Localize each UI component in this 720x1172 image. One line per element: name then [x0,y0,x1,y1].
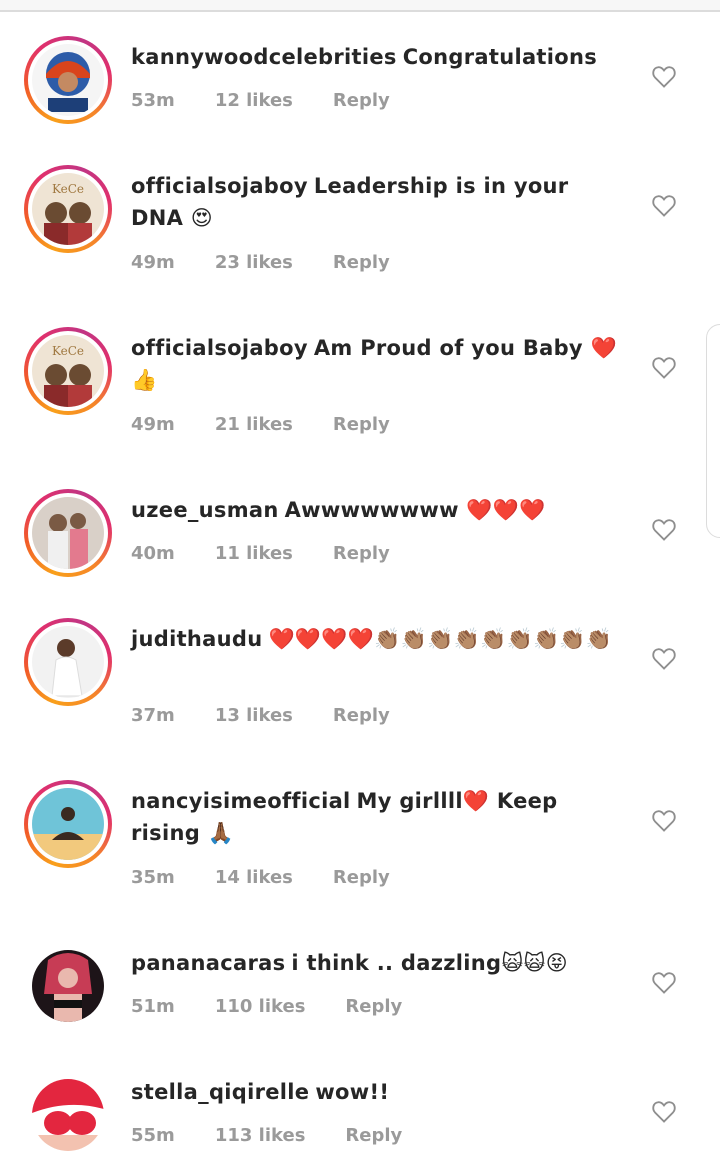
comment-body: Congratulations [402,45,598,69]
comment-username[interactable]: pananacaras [131,951,285,975]
heart-outline-icon[interactable] [650,515,678,543]
heart-outline-icon[interactable] [650,353,678,381]
comment-body: wow!! [315,1080,390,1104]
svg-text:KeCe: KeCe [52,344,84,358]
heart-outline-icon[interactable] [650,806,678,834]
scroll-handle[interactable] [706,324,720,538]
comment-likes[interactable]: 110 likes [215,996,306,1017]
reply-button[interactable]: Reply [345,1125,402,1146]
comment-username[interactable]: stella_qiqirelle [131,1080,309,1104]
comment-meta: 35m 14 likes Reply [131,867,390,888]
comment-text: nancyisimeofficial My girllll❤️ Keep risi… [131,785,621,849]
avatar[interactable]: KeCe [24,165,112,253]
comment-meta: 55m 113 likes Reply [131,1125,402,1146]
comment-time: 40m [131,543,175,564]
reply-button[interactable]: Reply [333,867,390,888]
comment-meta: 53m 12 likes Reply [131,90,390,111]
comment-likes[interactable]: 14 likes [215,867,293,888]
comment-likes[interactable]: 11 likes [215,543,293,564]
avatar-image [32,497,104,569]
avatar-image [32,950,104,1022]
comment-username[interactable]: officialsojaboy [131,336,308,360]
heart-outline-icon[interactable] [650,644,678,672]
comment-meta: 37m 13 likes Reply [131,705,390,726]
avatar-image [32,788,104,860]
comment-likes[interactable]: 13 likes [215,705,293,726]
avatar[interactable] [24,36,112,124]
comment-body: Awwwwwwww ❤️❤️❤️ [284,498,546,522]
comment-text: stella_qiqirelle wow!! [131,1076,621,1108]
avatar[interactable] [24,780,112,868]
heart-outline-icon[interactable] [650,191,678,219]
avatar[interactable]: KeCe [24,327,112,415]
comment-text: kannywoodcelebrities Congratulations [131,41,621,73]
svg-text:KeCe: KeCe [52,182,84,196]
comment-meta: 40m 11 likes Reply [131,543,390,564]
reply-button[interactable]: Reply [333,252,390,273]
comment-time: 35m [131,867,175,888]
avatar-image [32,1079,104,1151]
comment-meta: 49m 23 likes Reply [131,252,390,273]
avatar-image: KeCe [32,335,104,407]
avatar-image [32,626,104,698]
reply-button[interactable]: Reply [333,90,390,111]
avatar[interactable] [24,489,112,577]
comment-time: 37m [131,705,175,726]
comment-meta: 49m 21 likes Reply [131,414,390,435]
comment-likes[interactable]: 12 likes [215,90,293,111]
comment-text: officialsojaboy Am Proud of you Baby ❤️👍 [131,332,621,396]
comment-likes[interactable]: 23 likes [215,252,293,273]
comment-likes[interactable]: 113 likes [215,1125,306,1146]
comment-time: 49m [131,252,175,273]
reply-button[interactable]: Reply [345,996,402,1017]
comment-meta: 51m 110 likes Reply [131,996,402,1017]
comment-time: 49m [131,414,175,435]
heart-outline-icon[interactable] [650,1097,678,1125]
comment-text: pananacaras i think .. dazzling🙀🙀😝 [131,947,621,979]
comment-username[interactable]: officialsojaboy [131,174,308,198]
heart-outline-icon[interactable] [650,62,678,90]
comment-time: 51m [131,996,175,1017]
comment-username[interactable]: kannywoodcelebrities [131,45,397,69]
comment-text: officialsojaboy Leadership is in your DNA… [131,170,621,234]
comment-username[interactable]: nancyisimeofficial [131,789,351,813]
reply-button[interactable]: Reply [333,543,390,564]
comment-text: judithaudu ❤️❤️❤️❤️👏🏽👏🏽👏🏽👏🏽👏🏽👏🏽👏🏽👏🏽👏🏽 [131,623,621,655]
comment-time: 53m [131,90,175,111]
comment-text: uzee_usman Awwwwwwww ❤️❤️❤️ [131,494,621,526]
comment-username[interactable]: judithaudu [131,627,262,651]
avatar-image [32,44,104,116]
heart-outline-icon[interactable] [650,968,678,996]
top-divider [0,0,720,12]
comment-body: ❤️❤️❤️❤️👏🏽👏🏽👏🏽👏🏽👏🏽👏🏽👏🏽👏🏽👏🏽 [268,627,613,651]
comment-time: 55m [131,1125,175,1146]
comment-likes[interactable]: 21 likes [215,414,293,435]
avatar[interactable] [24,618,112,706]
reply-button[interactable]: Reply [333,705,390,726]
avatar-image: KeCe [32,173,104,245]
avatar[interactable] [24,942,112,1030]
comment-body: i think .. dazzling🙀🙀😝 [291,951,568,975]
reply-button[interactable]: Reply [333,414,390,435]
comment-username[interactable]: uzee_usman [131,498,279,522]
avatar[interactable] [24,1071,112,1159]
